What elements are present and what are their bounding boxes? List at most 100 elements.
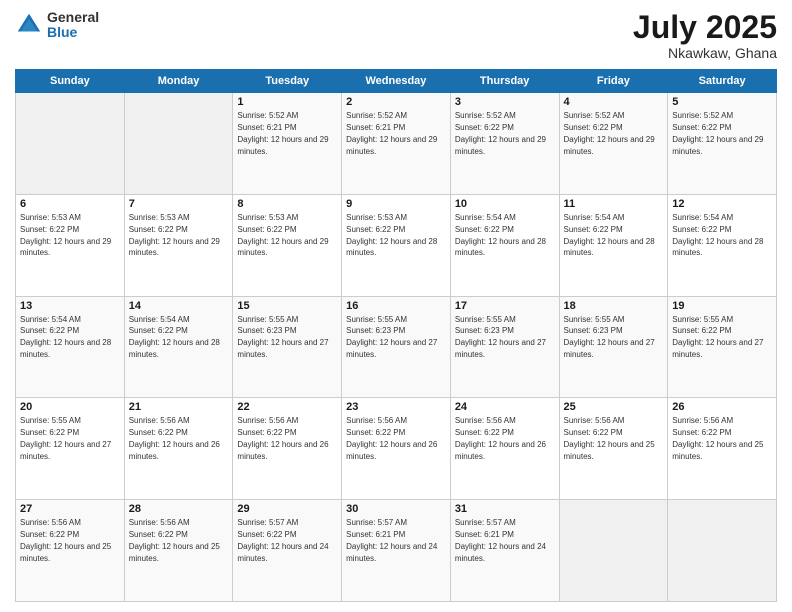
calendar-week-row: 1 Sunrise: 5:52 AMSunset: 6:21 PMDayligh… (16, 93, 777, 195)
day-number: 23 (346, 401, 446, 413)
table-row: 27 Sunrise: 5:56 AMSunset: 6:22 PMDaylig… (16, 500, 125, 602)
table-row: 4 Sunrise: 5:52 AMSunset: 6:22 PMDayligh… (559, 93, 668, 195)
day-detail: Sunrise: 5:55 AMSunset: 6:22 PMDaylight:… (672, 315, 763, 359)
day-detail: Sunrise: 5:56 AMSunset: 6:22 PMDaylight:… (129, 518, 220, 562)
table-row: 15 Sunrise: 5:55 AMSunset: 6:23 PMDaylig… (233, 296, 342, 398)
title-block: July 2025 Nkawkaw, Ghana (633, 10, 777, 61)
logo-text: General Blue (47, 10, 99, 41)
day-number: 29 (237, 503, 337, 515)
day-number: 18 (564, 300, 664, 312)
day-number: 10 (455, 198, 555, 210)
day-detail: Sunrise: 5:56 AMSunset: 6:22 PMDaylight:… (237, 416, 328, 460)
table-row: 5 Sunrise: 5:52 AMSunset: 6:22 PMDayligh… (668, 93, 777, 195)
day-number: 11 (564, 198, 664, 210)
day-number: 1 (237, 96, 337, 108)
title-location: Nkawkaw, Ghana (633, 45, 777, 61)
table-row: 13 Sunrise: 5:54 AMSunset: 6:22 PMDaylig… (16, 296, 125, 398)
table-row: 20 Sunrise: 5:55 AMSunset: 6:22 PMDaylig… (16, 398, 125, 500)
day-number: 9 (346, 198, 446, 210)
col-tuesday: Tuesday (233, 70, 342, 93)
table-row: 2 Sunrise: 5:52 AMSunset: 6:21 PMDayligh… (342, 93, 451, 195)
table-row: 21 Sunrise: 5:56 AMSunset: 6:22 PMDaylig… (124, 398, 233, 500)
day-detail: Sunrise: 5:54 AMSunset: 6:22 PMDaylight:… (129, 315, 220, 359)
table-row: 23 Sunrise: 5:56 AMSunset: 6:22 PMDaylig… (342, 398, 451, 500)
table-row: 28 Sunrise: 5:56 AMSunset: 6:22 PMDaylig… (124, 500, 233, 602)
day-number: 31 (455, 503, 555, 515)
table-row (124, 93, 233, 195)
page: General Blue July 2025 Nkawkaw, Ghana Su… (0, 0, 792, 612)
col-sunday: Sunday (16, 70, 125, 93)
day-detail: Sunrise: 5:53 AMSunset: 6:22 PMDaylight:… (346, 213, 437, 257)
calendar-week-row: 13 Sunrise: 5:54 AMSunset: 6:22 PMDaylig… (16, 296, 777, 398)
table-row (16, 93, 125, 195)
day-number: 14 (129, 300, 229, 312)
table-row: 17 Sunrise: 5:55 AMSunset: 6:23 PMDaylig… (450, 296, 559, 398)
day-detail: Sunrise: 5:56 AMSunset: 6:22 PMDaylight:… (346, 416, 437, 460)
table-row: 18 Sunrise: 5:55 AMSunset: 6:23 PMDaylig… (559, 296, 668, 398)
day-number: 21 (129, 401, 229, 413)
day-detail: Sunrise: 5:55 AMSunset: 6:23 PMDaylight:… (455, 315, 546, 359)
table-row: 24 Sunrise: 5:56 AMSunset: 6:22 PMDaylig… (450, 398, 559, 500)
day-detail: Sunrise: 5:52 AMSunset: 6:21 PMDaylight:… (346, 111, 437, 155)
table-row: 26 Sunrise: 5:56 AMSunset: 6:22 PMDaylig… (668, 398, 777, 500)
table-row: 8 Sunrise: 5:53 AMSunset: 6:22 PMDayligh… (233, 194, 342, 296)
table-row: 10 Sunrise: 5:54 AMSunset: 6:22 PMDaylig… (450, 194, 559, 296)
day-number: 26 (672, 401, 772, 413)
col-thursday: Thursday (450, 70, 559, 93)
day-number: 28 (129, 503, 229, 515)
table-row: 1 Sunrise: 5:52 AMSunset: 6:21 PMDayligh… (233, 93, 342, 195)
calendar-week-row: 27 Sunrise: 5:56 AMSunset: 6:22 PMDaylig… (16, 500, 777, 602)
table-row: 19 Sunrise: 5:55 AMSunset: 6:22 PMDaylig… (668, 296, 777, 398)
col-saturday: Saturday (668, 70, 777, 93)
table-row: 3 Sunrise: 5:52 AMSunset: 6:22 PMDayligh… (450, 93, 559, 195)
table-row (668, 500, 777, 602)
header: General Blue July 2025 Nkawkaw, Ghana (15, 10, 777, 61)
day-detail: Sunrise: 5:56 AMSunset: 6:22 PMDaylight:… (129, 416, 220, 460)
day-detail: Sunrise: 5:53 AMSunset: 6:22 PMDaylight:… (129, 213, 220, 257)
day-number: 27 (20, 503, 120, 515)
day-number: 25 (564, 401, 664, 413)
day-number: 17 (455, 300, 555, 312)
calendar-week-row: 20 Sunrise: 5:55 AMSunset: 6:22 PMDaylig… (16, 398, 777, 500)
table-row: 6 Sunrise: 5:53 AMSunset: 6:22 PMDayligh… (16, 194, 125, 296)
table-row: 14 Sunrise: 5:54 AMSunset: 6:22 PMDaylig… (124, 296, 233, 398)
day-detail: Sunrise: 5:54 AMSunset: 6:22 PMDaylight:… (564, 213, 655, 257)
day-detail: Sunrise: 5:52 AMSunset: 6:22 PMDaylight:… (672, 111, 763, 155)
day-number: 2 (346, 96, 446, 108)
day-detail: Sunrise: 5:52 AMSunset: 6:21 PMDaylight:… (237, 111, 328, 155)
calendar-week-row: 6 Sunrise: 5:53 AMSunset: 6:22 PMDayligh… (16, 194, 777, 296)
day-detail: Sunrise: 5:53 AMSunset: 6:22 PMDaylight:… (237, 213, 328, 257)
table-row: 16 Sunrise: 5:55 AMSunset: 6:23 PMDaylig… (342, 296, 451, 398)
table-row: 25 Sunrise: 5:56 AMSunset: 6:22 PMDaylig… (559, 398, 668, 500)
col-friday: Friday (559, 70, 668, 93)
logo-icon (15, 11, 43, 39)
logo-general: General (47, 10, 99, 25)
day-number: 20 (20, 401, 120, 413)
day-detail: Sunrise: 5:55 AMSunset: 6:23 PMDaylight:… (564, 315, 655, 359)
table-row: 11 Sunrise: 5:54 AMSunset: 6:22 PMDaylig… (559, 194, 668, 296)
table-row: 12 Sunrise: 5:54 AMSunset: 6:22 PMDaylig… (668, 194, 777, 296)
day-detail: Sunrise: 5:53 AMSunset: 6:22 PMDaylight:… (20, 213, 111, 257)
title-month: July 2025 (633, 10, 777, 45)
day-detail: Sunrise: 5:54 AMSunset: 6:22 PMDaylight:… (455, 213, 546, 257)
logo-blue: Blue (47, 25, 99, 40)
day-detail: Sunrise: 5:57 AMSunset: 6:21 PMDaylight:… (346, 518, 437, 562)
day-number: 5 (672, 96, 772, 108)
logo: General Blue (15, 10, 99, 41)
day-detail: Sunrise: 5:55 AMSunset: 6:22 PMDaylight:… (20, 416, 111, 460)
day-detail: Sunrise: 5:56 AMSunset: 6:22 PMDaylight:… (20, 518, 111, 562)
day-number: 22 (237, 401, 337, 413)
day-number: 8 (237, 198, 337, 210)
day-detail: Sunrise: 5:56 AMSunset: 6:22 PMDaylight:… (455, 416, 546, 460)
calendar-table: Sunday Monday Tuesday Wednesday Thursday… (15, 69, 777, 602)
table-row: 9 Sunrise: 5:53 AMSunset: 6:22 PMDayligh… (342, 194, 451, 296)
day-number: 16 (346, 300, 446, 312)
col-monday: Monday (124, 70, 233, 93)
table-row (559, 500, 668, 602)
day-number: 13 (20, 300, 120, 312)
day-detail: Sunrise: 5:57 AMSunset: 6:21 PMDaylight:… (455, 518, 546, 562)
day-number: 7 (129, 198, 229, 210)
table-row: 30 Sunrise: 5:57 AMSunset: 6:21 PMDaylig… (342, 500, 451, 602)
day-number: 12 (672, 198, 772, 210)
day-number: 6 (20, 198, 120, 210)
